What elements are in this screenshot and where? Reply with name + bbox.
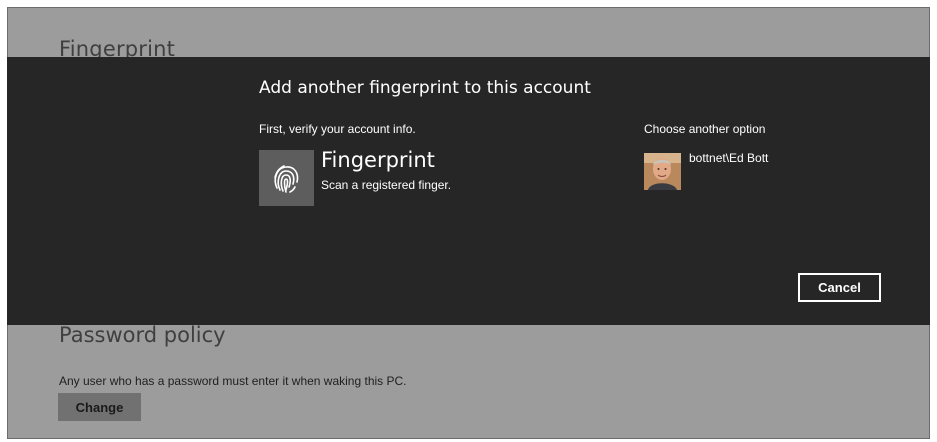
password-policy-description: Any user who has a password must enter i… [59,374,407,388]
password-policy-title: Password policy [59,323,226,347]
fingerprint-option-tile[interactable] [259,150,314,206]
other-options-title: Choose another option [644,122,766,136]
fingerprint-option-description: Scan a registered finger. [321,178,452,192]
fingerprint-option-name[interactable]: Fingerprint [321,148,435,172]
add-fingerprint-dialog: Add another fingerprint to this account … [7,57,930,325]
user-photo [644,153,681,190]
user-avatar[interactable] [644,153,681,190]
dialog-title: Add another fingerprint to this account [259,78,591,98]
change-button[interactable]: Change [58,393,141,421]
fingerprint-icon [274,165,299,193]
verify-prompt: First, verify your account info. [259,122,416,136]
other-option-user[interactable]: bottnet\Ed Bott [689,151,768,165]
cancel-button[interactable]: Cancel [798,273,881,302]
